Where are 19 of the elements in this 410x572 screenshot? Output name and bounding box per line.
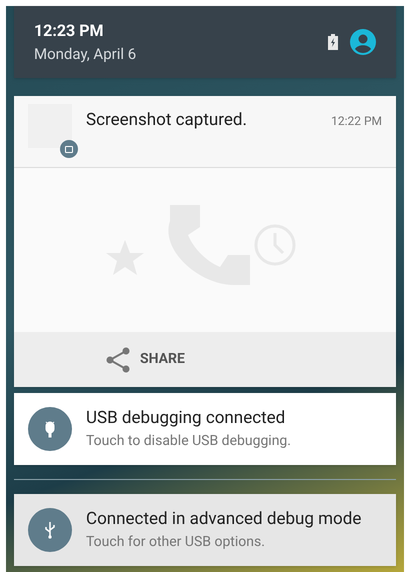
screenshot-thumbnail — [28, 104, 72, 148]
notification-text: Touch to disable USB debugging. — [86, 432, 291, 452]
notification-title: USB debugging connected — [86, 406, 286, 430]
android-icon — [43, 420, 57, 438]
notification-text: Touch for other USB options. — [86, 533, 266, 552]
gallery-badge-icon — [60, 140, 78, 158]
share-icon — [106, 346, 130, 372]
screenshot-notification-card[interactable]: Screenshot captured. 12:22 PM SHARE — [14, 96, 396, 387]
notification-card[interactable]: Connected in advanced debug mode Touch for other USB options. — [14, 494, 396, 566]
date-text: Monday, April 6 — [34, 44, 138, 65]
battery-charging-icon — [328, 34, 338, 50]
notification-title: Connected in advanced debug mode — [86, 508, 362, 531]
clock-time: 12:23 PM — [34, 20, 105, 42]
usb-icon — [44, 521, 56, 539]
notification-card[interactable]: USB debugging connected Touch to disable USB debugging. — [14, 393, 396, 465]
notification-time: 12:22 PM — [331, 113, 382, 130]
share-button[interactable]: SHARE — [14, 332, 396, 387]
user-account-icon[interactable] — [350, 29, 376, 55]
notification-title: Screenshot captured. — [86, 109, 248, 132]
